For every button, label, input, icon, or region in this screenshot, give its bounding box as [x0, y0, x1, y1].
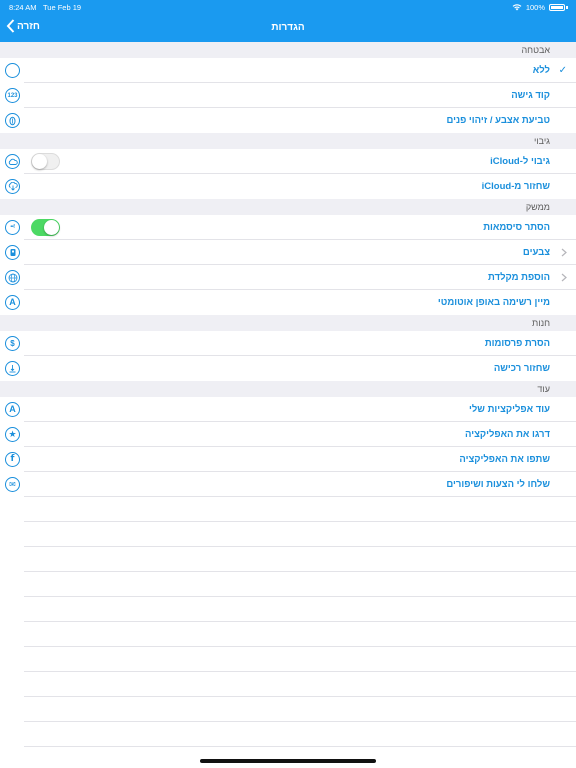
- empty-row-divider: [24, 696, 576, 697]
- empty-row-divider: [24, 671, 576, 672]
- option-send-feedback-label: שלחו לי הצעות ושיפורים: [446, 479, 550, 490]
- section-header-backup: גיבוי: [0, 133, 576, 149]
- option-colors-label: צבעים: [522, 247, 550, 258]
- option-remove-ads[interactable]: $ הסרת פרסומות: [0, 331, 576, 356]
- empty-row-divider: [24, 546, 576, 547]
- option-more-apps[interactable]: A עוד אפליקציות שלי: [0, 397, 576, 422]
- wifi-icon: [512, 4, 522, 11]
- section-header-more: עוד: [0, 381, 576, 397]
- mail-icon: ✉: [5, 477, 20, 492]
- section-header-security: אבטחה: [0, 42, 576, 58]
- option-rate-app[interactable]: ★ דרגו את האפליקציה: [0, 422, 576, 447]
- section-header-interface: ממשק: [0, 199, 576, 215]
- home-indicator[interactable]: [200, 759, 376, 763]
- option-restore-purchase-label: שחזור רכישה: [493, 363, 550, 374]
- option-colors[interactable]: צבעים: [0, 240, 576, 265]
- option-passcode[interactable]: 123 קוד גישה: [0, 83, 576, 108]
- chevron-right-icon: [561, 248, 567, 257]
- empty-row-divider: [24, 621, 576, 622]
- option-none-label: ללא: [532, 65, 550, 76]
- option-biometric-label: טביעת אצבע / זיהוי פנים: [446, 115, 550, 126]
- hide-passwords-icon: ••!: [5, 220, 20, 235]
- empty-row-divider: [24, 746, 576, 747]
- option-add-keyboard-label: הוספת מקלדת: [488, 272, 550, 283]
- navigation-bar: 8:24 AM Tue Feb 19 100% חזרה הגדרות: [0, 0, 576, 42]
- option-add-keyboard[interactable]: הוספת מקלדת: [0, 265, 576, 290]
- sort-icon: A: [5, 295, 20, 310]
- option-rate-app-label: דרגו את האפליקציה: [464, 429, 550, 440]
- option-hide-passwords: ••! הסתר סיסמאות: [0, 215, 576, 240]
- page-title: הגדרות: [271, 22, 305, 33]
- icloud-backup-toggle[interactable]: [31, 153, 60, 170]
- dollar-icon: $: [5, 336, 20, 351]
- option-icloud-restore[interactable]: שחזור מ-iCloud: [0, 174, 576, 199]
- toggle-knob: [32, 154, 47, 169]
- battery-icon: [549, 4, 565, 11]
- empty-row-divider: [24, 721, 576, 722]
- option-none[interactable]: ללא ✓: [0, 58, 576, 83]
- empty-row-divider: [24, 521, 576, 522]
- empty-row-divider: [24, 646, 576, 647]
- option-icloud-backup-label: גיבוי ל-iCloud: [490, 156, 550, 167]
- option-biometric[interactable]: טביעת אצבע / זיהוי פנים: [0, 108, 576, 133]
- checkmark-icon: ✓: [558, 65, 567, 76]
- option-passcode-label: קוד גישה: [511, 90, 550, 101]
- status-time: 8:24 AM: [9, 3, 37, 12]
- option-send-feedback[interactable]: ✉ שלחו לי הצעות ושיפורים: [0, 472, 576, 497]
- option-auto-sort-label: מיין רשימה באופן אוטומטי: [437, 297, 550, 308]
- option-remove-ads-label: הסרת פרסומות: [484, 338, 550, 349]
- option-more-apps-label: עוד אפליקציות שלי: [468, 404, 550, 415]
- option-hide-passwords-label: הסתר סיסמאות: [483, 222, 550, 233]
- option-share-app-label: שתפו את האפליקציה: [459, 454, 550, 465]
- battery-percent: 100%: [525, 3, 545, 12]
- empty-row-divider: [24, 571, 576, 572]
- option-restore-purchase[interactable]: שחזור רכישה: [0, 356, 576, 381]
- cloud-download-icon: [5, 179, 20, 194]
- fingerprint-icon: [5, 113, 20, 128]
- restore-icon: [5, 361, 20, 376]
- option-icloud-backup: גיבוי ל-iCloud: [0, 149, 576, 174]
- option-icloud-restore-label: שחזור מ-iCloud: [481, 181, 550, 192]
- globe-icon: [5, 270, 20, 285]
- status-bar: 8:24 AM Tue Feb 19 100%: [0, 0, 576, 14]
- battery-tip: [566, 6, 568, 9]
- circle-icon: [5, 63, 20, 78]
- colors-icon: [5, 245, 20, 260]
- section-header-store: חנות: [0, 315, 576, 331]
- option-share-app[interactable]: f שתפו את האפליקציה: [0, 447, 576, 472]
- chevron-right-icon: [561, 273, 567, 282]
- app-store-icon: A: [5, 402, 20, 417]
- empty-row-divider: [24, 596, 576, 597]
- star-icon: ★: [5, 427, 20, 442]
- toggle-knob: [44, 220, 59, 235]
- row-divider: [24, 496, 576, 497]
- cloud-icon: [5, 154, 20, 169]
- passcode-icon: 123: [5, 88, 20, 103]
- status-right: 100%: [512, 3, 568, 12]
- status-date: Tue Feb 19: [43, 3, 82, 12]
- option-auto-sort[interactable]: A מיין רשימה באופן אוטומטי: [0, 290, 576, 315]
- hide-passwords-toggle[interactable]: [31, 219, 60, 236]
- facebook-icon: f: [5, 452, 20, 467]
